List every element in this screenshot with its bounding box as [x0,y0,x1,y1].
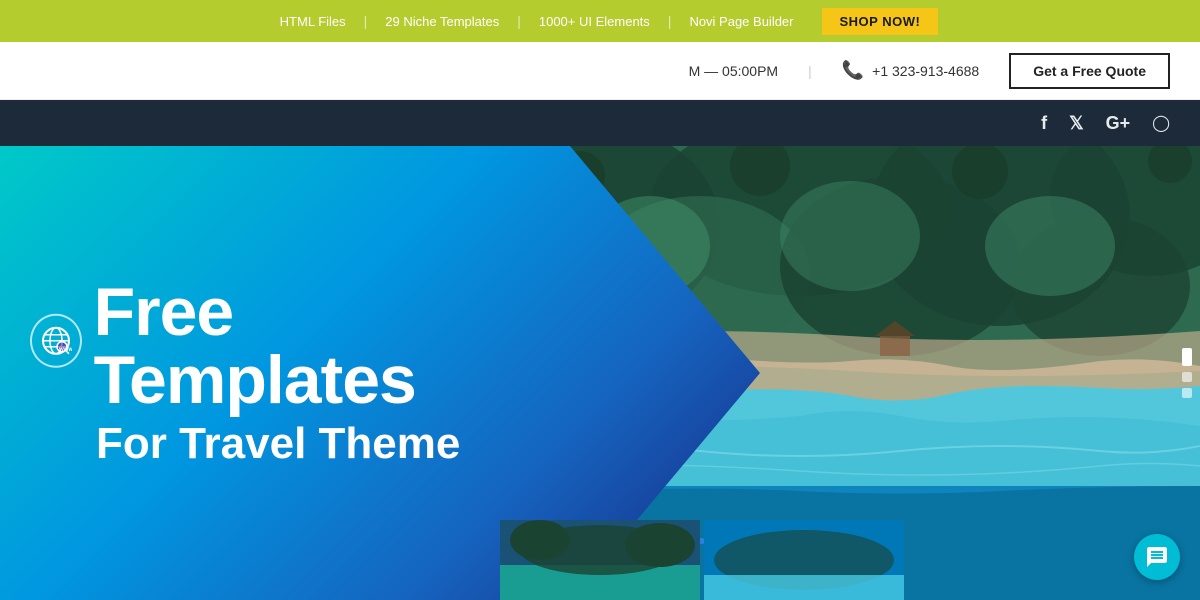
quote-button[interactable]: Get a Free Quote [1009,53,1170,89]
hero-title-theme: For Travel Theme [96,419,460,468]
indicator-3[interactable] [1182,388,1192,398]
hero-title-theme-wrapper: For Travel Theme [30,420,550,468]
bottom-thumbnails [500,520,904,600]
hero-title-line1: www Free Templates [30,278,550,414]
business-hours: M — 05:00PM [689,63,778,79]
banner-items: HTML Files | 29 Niche Templates | 1000+ … [262,8,939,35]
facebook-icon[interactable]: f [1041,113,1047,134]
google-plus-icon[interactable]: G+ [1106,113,1131,134]
hero-title-free: Free Templates [94,278,550,414]
twitter-icon[interactable]: 𝕏 [1069,113,1084,134]
phone-section: 📞 +1 323-913-4688 [842,60,979,81]
thumbnail-1[interactable] [500,520,700,600]
top-banner: HTML Files | 29 Niche Templates | 1000+ … [0,0,1200,42]
banner-item-ui: 1000+ UI Elements [521,14,668,29]
hero-section: www Free Templates For Travel Theme [0,146,1200,600]
indicator-1[interactable] [1182,348,1192,366]
side-indicators [1182,348,1192,398]
indicator-2[interactable] [1182,372,1192,382]
chat-button[interactable] [1134,534,1180,580]
header-sep: | [808,63,812,79]
social-bar:  f 𝕏 G+ ◯ [0,100,1200,146]
phone-icon: 📞 [842,60,864,81]
svg-text:www: www [58,347,72,353]
globe-icon: www [30,314,82,368]
banner-item-html: HTML Files [262,14,364,29]
banner-item-builder: Novi Page Builder [671,14,811,29]
hero-content: www Free Templates For Travel Theme [30,278,550,468]
phone-number: +1 323-913-4688 [872,63,979,79]
header-bar: M — 05:00PM | 📞 +1 323-913-4688 Get a Fr… [0,42,1200,100]
instagram-icon[interactable]: ◯ [1152,113,1170,133]
thumbnail-2[interactable] [704,520,904,600]
shop-now-button[interactable]: SHOP NOW! [822,8,939,35]
banner-item-templates: 29 Niche Templates [367,14,517,29]
